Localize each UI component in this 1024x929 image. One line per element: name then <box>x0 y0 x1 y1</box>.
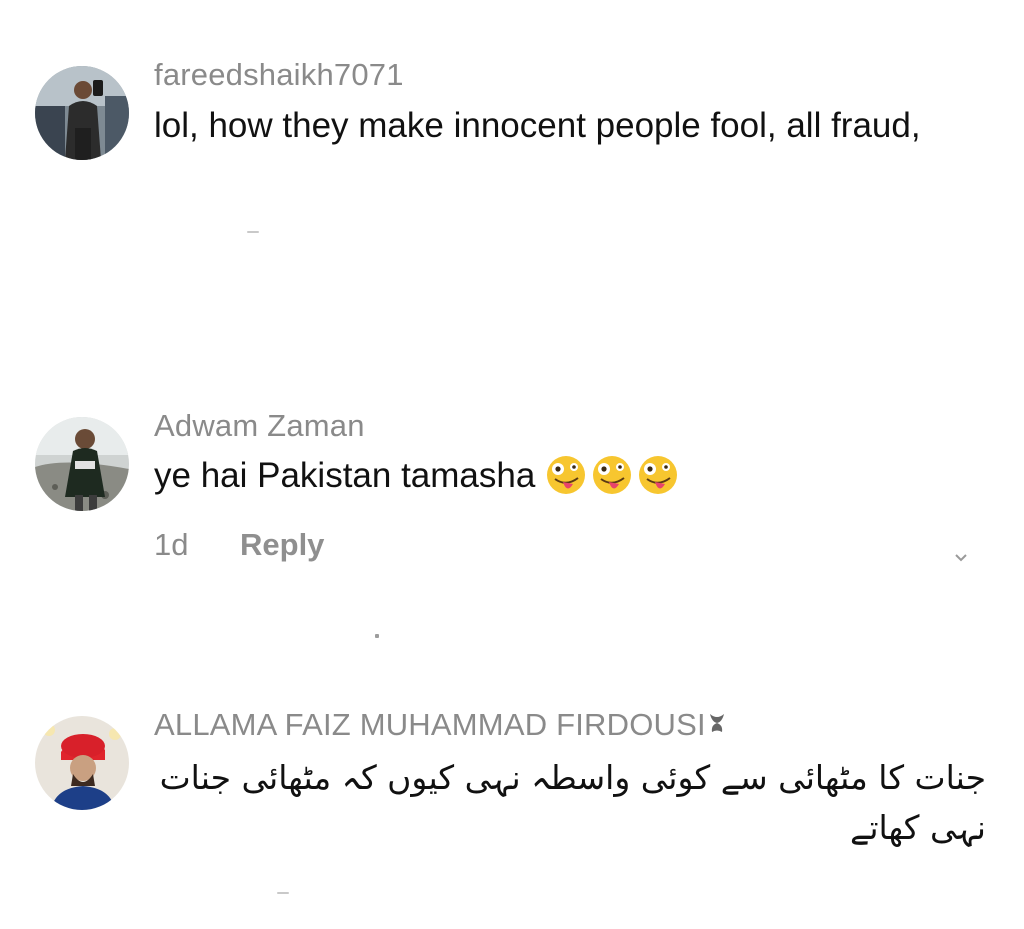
comment-text: جنات کا مٹھائی سے کوئی واسطہ نہی کیوں کہ… <box>159 758 986 847</box>
comment-username[interactable]: fareedshaikh7071 <box>154 57 404 93</box>
user-avatar-photo-icon <box>35 66 129 160</box>
zany-face-emoji-icon <box>591 454 633 496</box>
comment-meta: 1d Reply <box>154 527 324 563</box>
comment-text: ye hai Pakistan tamasha <box>154 456 536 495</box>
avatar[interactable] <box>35 66 129 160</box>
comment-text-row: ye hai Pakistan tamasha <box>154 451 944 501</box>
zany-face-emoji-icon <box>545 454 587 496</box>
comments-screen: fareedshaikh7071 lol, how they make inno… <box>0 0 1024 929</box>
divider-speck <box>375 634 379 638</box>
zany-face-emoji-icon <box>637 454 679 496</box>
emoji-group <box>545 454 679 496</box>
avatar[interactable] <box>35 716 129 810</box>
badge-icon <box>708 706 726 742</box>
reply-button[interactable]: Reply <box>240 527 324 562</box>
divider-speck <box>247 231 259 233</box>
divider-speck <box>277 892 289 894</box>
comment-username[interactable]: Adwam Zaman <box>154 408 365 444</box>
comment-text: lol, how they make innocent people fool,… <box>154 106 921 145</box>
comment-time: 1d <box>154 527 189 562</box>
comment-username[interactable]: ALLAMA FAIZ MUHAMMAD FIRDOUSI <box>154 707 726 745</box>
user-avatar-photo-icon <box>35 716 129 810</box>
username-text: ALLAMA FAIZ MUHAMMAD FIRDOUSI <box>154 707 706 742</box>
avatar[interactable] <box>35 417 129 511</box>
chevron-down-icon[interactable] <box>955 553 967 563</box>
user-avatar-photo-icon <box>35 417 129 511</box>
